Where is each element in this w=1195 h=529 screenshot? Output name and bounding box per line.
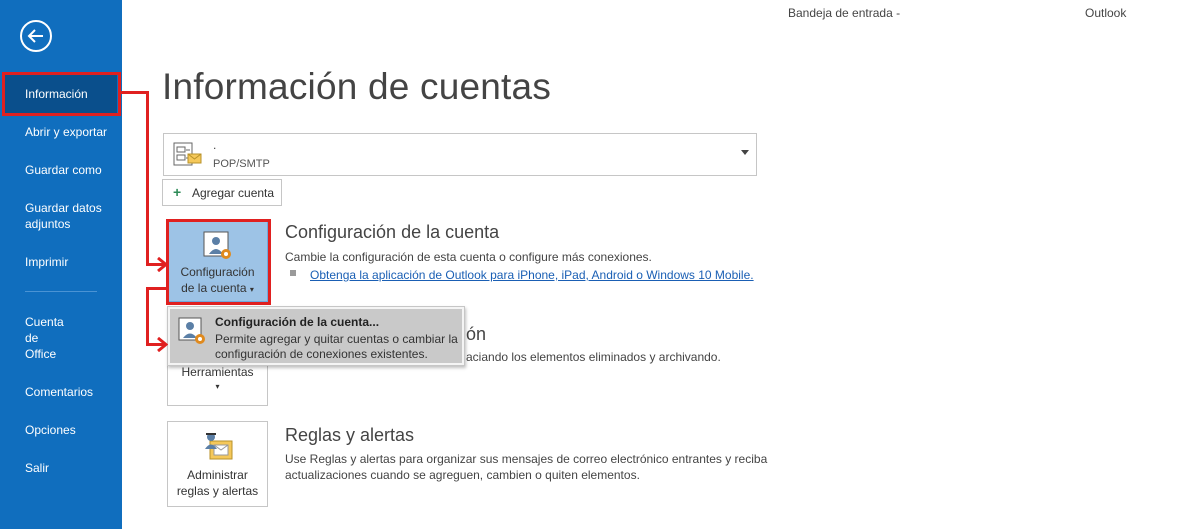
back-arrow-icon bbox=[27, 29, 43, 43]
menu-item-desc: Permite agregar y quitar cuentas o cambi… bbox=[215, 332, 458, 361]
account-settings-desc: Cambie la configuración de esta cuenta o… bbox=[285, 250, 652, 264]
sidebar-item-imprimir[interactable]: Imprimir bbox=[25, 254, 68, 270]
account-type: POP/SMTP bbox=[213, 158, 270, 170]
sidebar-item-abrir-exportar[interactable]: Abrir y exportar bbox=[25, 124, 107, 140]
sidebar-item-informacion[interactable]: Información bbox=[25, 86, 88, 102]
window-title-app: Outlook bbox=[1085, 6, 1127, 20]
sidebar-item-cuenta-office[interactable]: Cuenta de Office bbox=[25, 314, 65, 362]
manage-rules-button[interactable]: Administrar reglas y alertas bbox=[167, 421, 268, 507]
account-settings-title: Configuración de la cuenta bbox=[285, 222, 500, 242]
sidebar-item-salir[interactable]: Salir bbox=[25, 460, 49, 476]
sidebar-item-guardar-adjuntos[interactable]: Guardar datos adjuntos bbox=[25, 200, 110, 232]
account-settings-button[interactable]: Configuración de la cuenta ▾ bbox=[167, 220, 268, 302]
rules-desc-line1: Use Reglas y alertas para organizar sus … bbox=[285, 452, 768, 466]
arrow-head-icon bbox=[157, 257, 168, 272]
arrow-head-icon bbox=[157, 337, 168, 352]
add-account-label: Agregar cuenta bbox=[192, 186, 275, 200]
plus-icon: + bbox=[173, 184, 182, 200]
chevron-down-icon bbox=[741, 150, 749, 155]
arrow-line bbox=[146, 91, 149, 266]
caret-down-icon: ▾ bbox=[249, 285, 254, 294]
back-button[interactable] bbox=[20, 20, 52, 52]
account-settings-dropdown: Configuración de la cuenta... Permite ag… bbox=[167, 306, 465, 366]
rules-title: Reglas y alertas bbox=[285, 425, 415, 445]
backstage-sidebar: Información Abrir y exportar Guardar com… bbox=[0, 0, 122, 529]
cleanup-title-partial: ón bbox=[466, 324, 487, 344]
menu-item-account-settings[interactable]: Configuración de la cuenta... Permite ag… bbox=[170, 309, 462, 363]
account-name: . bbox=[213, 138, 217, 152]
window-title-context: Bandeja de entrada - bbox=[788, 6, 901, 20]
sidebar-item-opciones[interactable]: Opciones bbox=[25, 422, 76, 438]
sidebar-divider bbox=[25, 291, 97, 292]
account-settings-button-line1: Configuración bbox=[180, 265, 255, 279]
bullet-icon bbox=[290, 270, 296, 276]
account-settings-icon bbox=[178, 317, 205, 344]
cleanup-desc-partial: aciando los elementos eliminados y archi… bbox=[466, 350, 721, 364]
cleanup-tools-label: Herramientas bbox=[181, 365, 254, 379]
outlook-mobile-link[interactable]: Obtenga la aplicación de Outlook para iP… bbox=[310, 268, 754, 282]
caret-down-icon: ▾ bbox=[215, 382, 220, 391]
sidebar-item-comentarios[interactable]: Comentarios bbox=[25, 384, 93, 400]
sidebar-item-guardar-como[interactable]: Guardar como bbox=[25, 162, 102, 178]
manage-rules-line2: reglas y alertas bbox=[176, 484, 259, 498]
rules-alerts-icon bbox=[205, 433, 233, 460]
manage-rules-line1: Administrar bbox=[187, 468, 248, 482]
add-account-button[interactable]: + Agregar cuenta bbox=[162, 179, 282, 206]
account-settings-button-line2: de la cuenta ▾ bbox=[181, 281, 254, 295]
pop-account-icon bbox=[173, 142, 202, 166]
page-title: Información de cuentas bbox=[162, 66, 552, 107]
arrow-line bbox=[146, 287, 168, 290]
arrow-line bbox=[120, 91, 148, 94]
account-settings-icon bbox=[203, 231, 231, 259]
arrow-line bbox=[146, 287, 149, 346]
rules-desc-line2: actualizaciones cuando se agreguen, camb… bbox=[285, 468, 640, 482]
menu-item-title: Configuración de la cuenta... bbox=[215, 315, 380, 329]
account-selector[interactable]: . POP/SMTP bbox=[163, 133, 757, 176]
